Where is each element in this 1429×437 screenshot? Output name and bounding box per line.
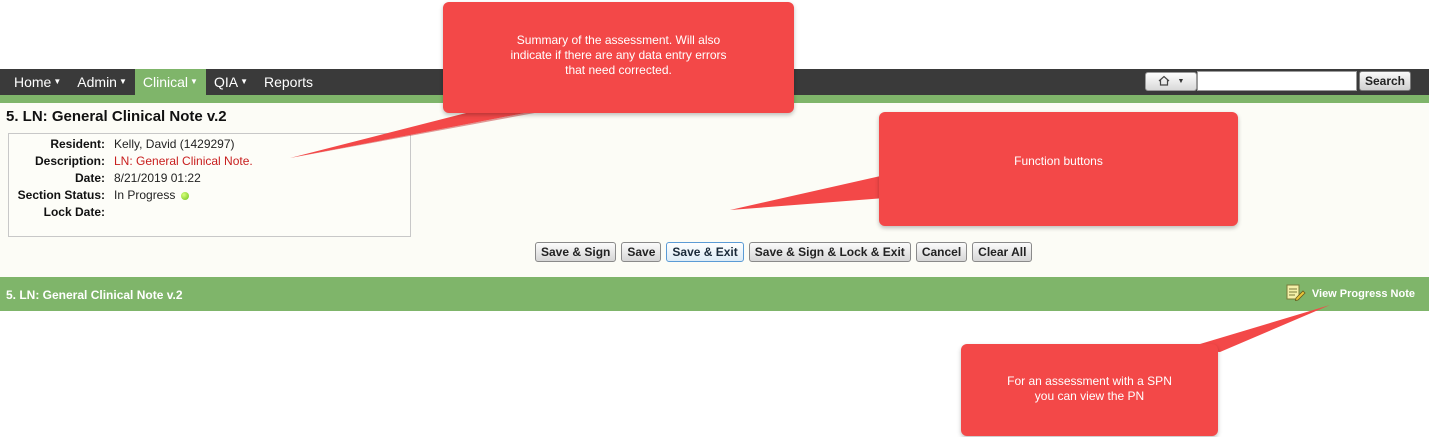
status-dot-icon (181, 191, 190, 200)
section-status-label: Section Status: (17, 188, 105, 202)
note-edit-icon (1286, 283, 1306, 304)
function-callout-text: Function buttons (1014, 154, 1103, 168)
section-status-value: In Progress (114, 188, 190, 202)
chevron-down-icon: ▼ (118, 77, 127, 86)
function-buttons: Save & Sign Save Save & Exit Save & Sign… (535, 242, 1033, 262)
save-exit-button[interactable]: Save & Exit (666, 242, 744, 262)
section-header-bar: 5. LN: General Clinical Note v.2 View Pr… (0, 277, 1429, 311)
resident-value: Kelly, David (1429297) (114, 137, 235, 151)
pn-callout-line1: For an assessment with a SPN (1007, 374, 1172, 388)
save-sign-button[interactable]: Save & Sign (535, 242, 617, 262)
pn-callout: For an assessment with a SPN you can vie… (961, 344, 1218, 436)
search-input[interactable] (1197, 71, 1357, 91)
date-value: 8/21/2019 01:22 (114, 171, 201, 185)
date-label: Date: (74, 171, 105, 185)
view-progress-note-link[interactable]: View Progress Note (1286, 283, 1415, 304)
nav-clinical-label: Clinical (142, 74, 189, 90)
section-status-text: In Progress (114, 188, 176, 202)
nav-admin-label: Admin (77, 74, 117, 90)
assessment-summary: Resident: Kelly, David (1429297) Descrip… (8, 133, 411, 237)
summary-row-lock-date: Lock Date: (9, 205, 409, 222)
pn-callout-line2: you can view the PN (1034, 389, 1145, 403)
chevron-down-icon: ▼ (240, 77, 248, 86)
description-label: Description: (34, 154, 105, 168)
nav-qia[interactable]: QIA ▼ (206, 69, 256, 95)
save-button[interactable]: Save (621, 242, 662, 262)
summary-row-resident: Resident: Kelly, David (1429297) (9, 137, 409, 154)
home-icon (1158, 75, 1170, 89)
summary-row-status: Section Status: In Progress (9, 188, 409, 205)
home-dropdown[interactable]: ▼ (1145, 72, 1197, 91)
nav-home-label: Home (14, 74, 52, 90)
clear-all-button[interactable]: Clear All (972, 242, 1033, 262)
view-progress-note-label: View Progress Note (1311, 287, 1415, 300)
page-title: 5. LN: General Clinical Note v.2 (6, 108, 227, 125)
resident-label: Resident: (50, 137, 105, 151)
nav-clinical[interactable]: Clinical ▼ (134, 69, 206, 95)
function-callout: Function buttons (879, 112, 1238, 226)
chevron-down-icon: ▼ (190, 77, 198, 86)
summary-callout-line2: indicate if there are any data entry err… (510, 48, 727, 62)
nav-reports-label: Reports (263, 74, 314, 90)
save-sign-lock-exit-button[interactable]: Save & Sign & Lock & Exit (748, 242, 911, 262)
summary-callout-line1: Summary of the assessment. Will also (516, 33, 721, 47)
cancel-button[interactable]: Cancel (915, 242, 968, 262)
nav-home[interactable]: Home ▼ (6, 69, 69, 95)
section-title: 5. LN: General Clinical Note v.2 (6, 288, 183, 302)
nav-qia-label: QIA (213, 74, 239, 90)
chevron-down-icon: ▼ (53, 77, 62, 86)
lock-date-label: Lock Date: (43, 205, 105, 219)
summary-row-date: Date: 8/21/2019 01:22 (9, 171, 409, 188)
summary-callout-line3: that need corrected. (565, 63, 672, 77)
chevron-down-icon: ▼ (1177, 78, 1185, 85)
nav-admin[interactable]: Admin ▼ (69, 69, 135, 95)
search-button[interactable]: Search (1359, 71, 1411, 91)
summary-callout: Summary of the assessment. Will also ind… (443, 2, 794, 113)
main-menu: Home ▼ Admin ▼ Clinical ▼ QIA ▼ Reports (6, 69, 321, 95)
description-value: LN: General Clinical Note. (114, 154, 253, 168)
nav-reports[interactable]: Reports (256, 69, 321, 95)
summary-row-description: Description: LN: General Clinical Note. (9, 154, 409, 171)
